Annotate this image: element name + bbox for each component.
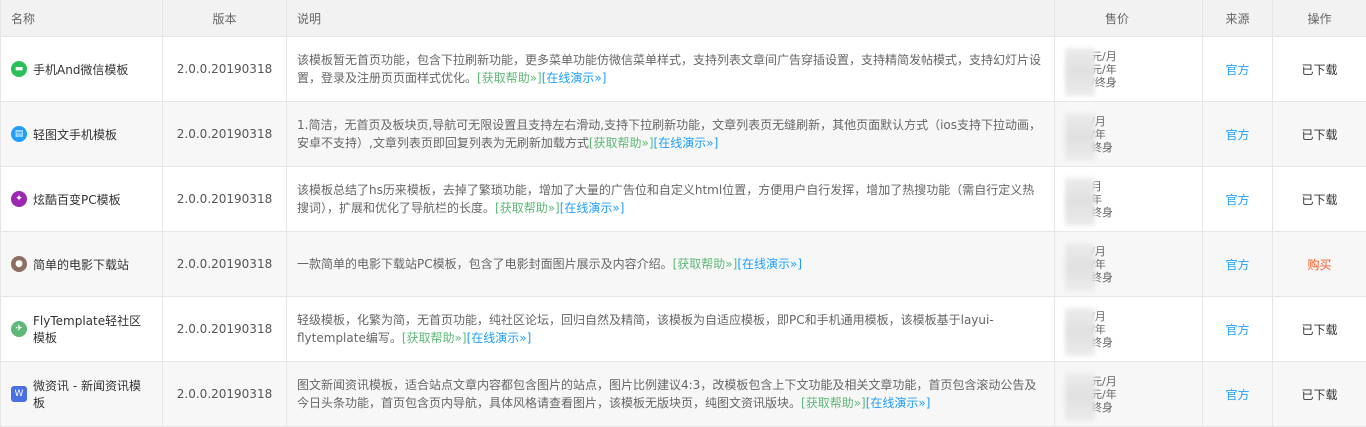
name-cell: W 微资讯 - 新闻资讯模板 [1,362,163,427]
price-redaction [1065,113,1095,161]
downloaded-status: 已下载 [1301,388,1337,402]
desc-cell: 轻级模板，化繁为简，无首页功能，纯社区论坛，回归自然及精简，该模板为自适应模板，… [287,297,1055,362]
downloaded-status: 已下载 [1301,323,1337,337]
help-link[interactable]: [获取帮助»] [495,201,560,215]
template-name: 手机And微信模板 [33,61,128,78]
header-source: 来源 [1203,0,1273,37]
source-link[interactable]: 官方 [1225,63,1249,77]
table-row: W 微资讯 - 新闻资讯模板 2.0.0.20190318 图文新闻资讯模板，适… [1,362,1366,427]
desc-cell: 1.简洁，无首页及板块页,导航可无限设置且支持左右滑动,支持下拉刷新功能，文章列… [287,102,1055,167]
source-cell: 官方 [1203,232,1273,297]
template-name: 轻图文手机模板 [33,126,117,143]
source-link[interactable]: 官方 [1225,258,1249,272]
template-name: 微资讯 - 新闻资讯模板 [33,377,152,411]
table-row: ▬ 手机And微信模板 2.0.0.20190318 该模板暂无首页功能，包含下… [1,37,1366,102]
header-price: 售价 [1055,0,1203,37]
price-redaction [1065,308,1095,356]
price-redaction [1065,178,1095,226]
downloaded-status: 已下载 [1301,193,1337,207]
version-cell: 2.0.0.20190318 [163,232,287,297]
template-name: 炫酷百变PC模板 [33,191,121,208]
action-cell: 已下载 [1273,167,1366,232]
action-cell: 已下载 [1273,102,1366,167]
wechat-icon: ▬ [11,61,27,77]
version-cell: 2.0.0.20190318 [163,362,287,427]
name-cell: ▤ 轻图文手机模板 [1,102,163,167]
news-icon: W [11,386,27,402]
source-link[interactable]: 官方 [1225,193,1249,207]
name-cell: ▬ 手机And微信模板 [1,37,163,102]
table-header-row: 名称 版本 说明 售价 来源 操作 [1,0,1366,37]
help-link[interactable]: [获取帮助»] [477,71,542,85]
demo-link[interactable]: [在线演示»] [560,201,625,215]
header-desc: 说明 [287,0,1055,37]
source-link[interactable]: 官方 [1225,128,1249,142]
price-cell: /月/年终身 [1055,297,1203,362]
cool-icon: ✦ [11,191,27,207]
action-cell: 已下载 [1273,37,1366,102]
source-cell: 官方 [1203,37,1273,102]
name-cell: ✈ FlyTemplate轻社区模板 [1,297,163,362]
template-desc: 该模板总结了hs历来模板，去掉了繁琐功能，增加了大量的广告位和自定义html位置… [297,183,1034,215]
help-link[interactable]: [获取帮助»] [673,257,738,271]
source-link[interactable]: 官方 [1225,323,1249,337]
action-cell: 购买 [1273,232,1366,297]
desc-cell: 该模板暂无首页功能，包含下拉刷新功能，更多菜单功能仿微信菜单样式，支持列表文章间… [287,37,1055,102]
name-cell: ● 简单的电影下载站 [1,232,163,297]
source-cell: 官方 [1203,102,1273,167]
price-cell: /月/年终身 [1055,232,1203,297]
version-cell: 2.0.0.20190318 [163,102,287,167]
version-cell: 2.0.0.20190318 [163,37,287,102]
price-cell: /月/年终身 [1055,102,1203,167]
movie-icon: ● [11,256,27,272]
header-action: 操作 [1273,0,1366,37]
action-cell: 已下载 [1273,297,1366,362]
demo-link[interactable]: [在线演示»] [542,71,607,85]
template-name: 简单的电影下载站 [33,256,129,273]
desc-cell: 该模板总结了hs历来模板，去掉了繁琐功能，增加了大量的广告位和自定义html位置… [287,167,1055,232]
table-row: ✈ FlyTemplate轻社区模板 2.0.0.20190318 轻级模板，化… [1,297,1366,362]
desc-cell: 图文新闻资讯模板，适合站点文章内容都包含图片的站点，图片比例建议4:3，改模板包… [287,362,1055,427]
source-cell: 官方 [1203,297,1273,362]
price-cell: 元/月元/年终身 [1055,362,1203,427]
source-link[interactable]: 官方 [1225,388,1249,402]
price-redaction [1065,48,1095,96]
source-cell: 官方 [1203,167,1273,232]
source-cell: 官方 [1203,362,1273,427]
template-desc: 该模板暂无首页功能，包含下拉刷新功能，更多菜单功能仿微信菜单样式，支持列表文章间… [297,53,1041,85]
price-redaction [1065,373,1095,421]
version-cell: 2.0.0.20190318 [163,297,287,362]
help-link[interactable]: [获取帮助»] [589,136,654,150]
template-desc: 一款简单的电影下载站PC模板，包含了电影封面图片展示及内容介绍。 [297,257,673,271]
price-redaction [1065,243,1095,291]
buy-button[interactable]: 购买 [1307,258,1331,272]
header-version: 版本 [163,0,287,37]
help-link[interactable]: [获取帮助»] [402,331,467,345]
template-table: 名称 版本 说明 售价 来源 操作 ▬ 手机And微信模板 2.0.0.2019… [0,0,1366,427]
price-cell: 月年终身 [1055,167,1203,232]
price-cell: 元/月元/年/终身 [1055,37,1203,102]
downloaded-status: 已下载 [1301,128,1337,142]
template-name: FlyTemplate轻社区模板 [33,312,152,346]
name-cell: ✦ 炫酷百变PC模板 [1,167,163,232]
image-text-icon: ▤ [11,126,27,142]
desc-cell: 一款简单的电影下载站PC模板，包含了电影封面图片展示及内容介绍。[获取帮助»][… [287,232,1055,297]
demo-link[interactable]: [在线演示»] [467,331,532,345]
downloaded-status: 已下载 [1301,63,1337,77]
table-row: ▤ 轻图文手机模板 2.0.0.20190318 1.简洁，无首页及板块页,导航… [1,102,1366,167]
table-row: ✦ 炫酷百变PC模板 2.0.0.20190318 该模板总结了hs历来模板，去… [1,167,1366,232]
fly-icon: ✈ [11,321,27,337]
header-name: 名称 [1,0,163,37]
version-cell: 2.0.0.20190318 [163,167,287,232]
table-row: ● 简单的电影下载站 2.0.0.20190318 一款简单的电影下载站PC模板… [1,232,1366,297]
demo-link[interactable]: [在线演示»] [654,136,719,150]
action-cell: 已下载 [1273,362,1366,427]
demo-link[interactable]: [在线演示»] [737,257,802,271]
